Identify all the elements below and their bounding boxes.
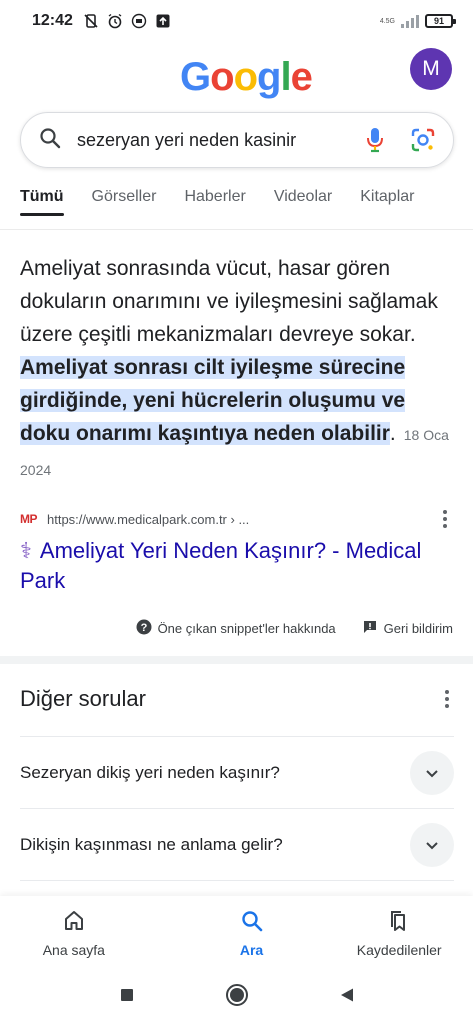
vibrate-off-icon bbox=[83, 13, 99, 29]
search-bar[interactable]: sezeryan yeri neden kasinir bbox=[20, 112, 454, 168]
nav-home-label[interactable]: Ana sayfa bbox=[43, 942, 105, 958]
network-label-text: 4.5G bbox=[379, 17, 395, 25]
status-icons-left bbox=[83, 13, 171, 29]
battery-level: 91 bbox=[433, 16, 444, 26]
bookmarks-icon bbox=[387, 909, 411, 936]
result-title-text[interactable]: Ameliyat Yeri Neden Kaşınır? - Medical P… bbox=[20, 538, 421, 593]
question-row[interactable]: Dikişin kaşınması ne anlama gelir? bbox=[20, 808, 454, 880]
snippet-source[interactable]: MP https://www.medicalpark.com.tr › ... bbox=[20, 510, 454, 528]
chevron-down-icon[interactable] bbox=[410, 750, 454, 795]
back-button[interactable] bbox=[339, 987, 355, 1008]
more-options-icon[interactable] bbox=[436, 510, 454, 528]
question-text[interactable]: Dikişin kaşınması ne anlama gelir? bbox=[20, 835, 283, 855]
chevron-down-icon[interactable] bbox=[410, 822, 454, 867]
nav-saved-label[interactable]: Kaydedilenler bbox=[357, 942, 442, 958]
svg-text:?: ? bbox=[140, 622, 147, 634]
search-input[interactable]: sezeryan yeri neden kasinir bbox=[77, 130, 343, 151]
question-text[interactable]: Sezeryan dikiş yeri neden kaşınır? bbox=[20, 763, 280, 783]
tabs-divider bbox=[0, 229, 473, 230]
snippet-feedback-row: ? Öne çıkan snippet'ler hakkında Geri bi… bbox=[0, 616, 473, 640]
network-type-label: 4.5G bbox=[380, 18, 395, 25]
tab-videos[interactable]: Videolar bbox=[274, 188, 332, 216]
other-questions-more-icon[interactable] bbox=[438, 690, 456, 708]
question-row-partial bbox=[20, 880, 454, 896]
search-tabs: Tümü Görseller Haberler Videolar Kitapla… bbox=[0, 188, 473, 228]
tab-books[interactable]: Kitaplar bbox=[360, 188, 414, 216]
feedback-link[interactable]: Geri bildirim bbox=[362, 619, 453, 638]
about-snippets-link[interactable]: ? Öne çıkan snippet'ler hakkında bbox=[136, 619, 336, 638]
help-icon: ? bbox=[136, 619, 152, 638]
avatar[interactable]: M bbox=[410, 48, 452, 90]
nav-home[interactable]: Ana sayfa bbox=[0, 896, 178, 970]
status-bar: 12:42 4.5G 91 bbox=[0, 0, 473, 42]
home-button[interactable] bbox=[225, 983, 249, 1012]
google-logo[interactable]: Google bbox=[180, 55, 313, 100]
logo-letter: g bbox=[257, 55, 281, 99]
recents-button[interactable] bbox=[119, 987, 135, 1008]
tab-news[interactable]: Haberler bbox=[184, 188, 245, 216]
feedback-icon bbox=[362, 619, 378, 638]
search-icon bbox=[240, 909, 264, 936]
bottom-navigation: Ana sayfa Ara Kaydedilenler bbox=[0, 896, 473, 970]
feedback-label[interactable]: Geri bildirim bbox=[384, 621, 453, 636]
snippet-highlight-text: Ameliyat sonrası cilt iyileşme sürecine … bbox=[20, 356, 406, 445]
signal-icon bbox=[401, 14, 419, 28]
snippet-plain-text: Ameliyat sonrasında vücut, hasar gören d… bbox=[20, 257, 438, 346]
status-time: 12:42 bbox=[32, 12, 73, 29]
site-favicon: MP bbox=[20, 512, 38, 526]
question-row[interactable]: Sezeryan dikiş yeri neden kaşınır? bbox=[20, 736, 454, 808]
logo-letter: e bbox=[290, 55, 313, 99]
alarm-icon bbox=[107, 13, 123, 29]
avatar-letter: M bbox=[422, 57, 440, 80]
battery-icon: 91 bbox=[425, 14, 456, 28]
status-right: 4.5G 91 bbox=[380, 14, 456, 28]
logo-letter: l bbox=[280, 55, 291, 99]
section-separator bbox=[0, 656, 473, 664]
featured-snippet-text: Ameliyat sonrasında vücut, hasar gören d… bbox=[20, 252, 450, 487]
logo-letter: o bbox=[233, 55, 258, 99]
other-questions-title: Diğer sorular bbox=[20, 686, 146, 711]
about-snippets-label[interactable]: Öne çıkan snippet'ler hakkında bbox=[158, 621, 336, 636]
logo-letter: o bbox=[210, 55, 234, 99]
logo-letter: G bbox=[180, 55, 211, 99]
upload-icon bbox=[155, 13, 171, 29]
tab-all[interactable]: Tümü bbox=[20, 188, 64, 216]
data-saver-icon bbox=[131, 13, 147, 29]
nav-search[interactable]: Ara bbox=[178, 896, 326, 970]
caduceus-icon: ⚕ bbox=[20, 538, 32, 563]
result-title-link[interactable]: ⚕ Ameliyat Yeri Neden Kaşınır? - Medical … bbox=[20, 536, 450, 596]
source-url[interactable]: https://www.medicalpark.com.tr › ... bbox=[47, 512, 249, 527]
snippet-end-text: . bbox=[389, 422, 396, 445]
lens-icon[interactable] bbox=[407, 124, 439, 156]
tab-images[interactable]: Görseller bbox=[92, 188, 157, 216]
nav-saved[interactable]: Kaydedilenler bbox=[325, 896, 473, 970]
home-icon bbox=[62, 909, 86, 936]
search-icon[interactable] bbox=[39, 127, 61, 154]
mic-icon[interactable] bbox=[359, 124, 391, 156]
system-navigation-bar bbox=[0, 970, 473, 1024]
nav-search-label[interactable]: Ara bbox=[240, 942, 263, 958]
